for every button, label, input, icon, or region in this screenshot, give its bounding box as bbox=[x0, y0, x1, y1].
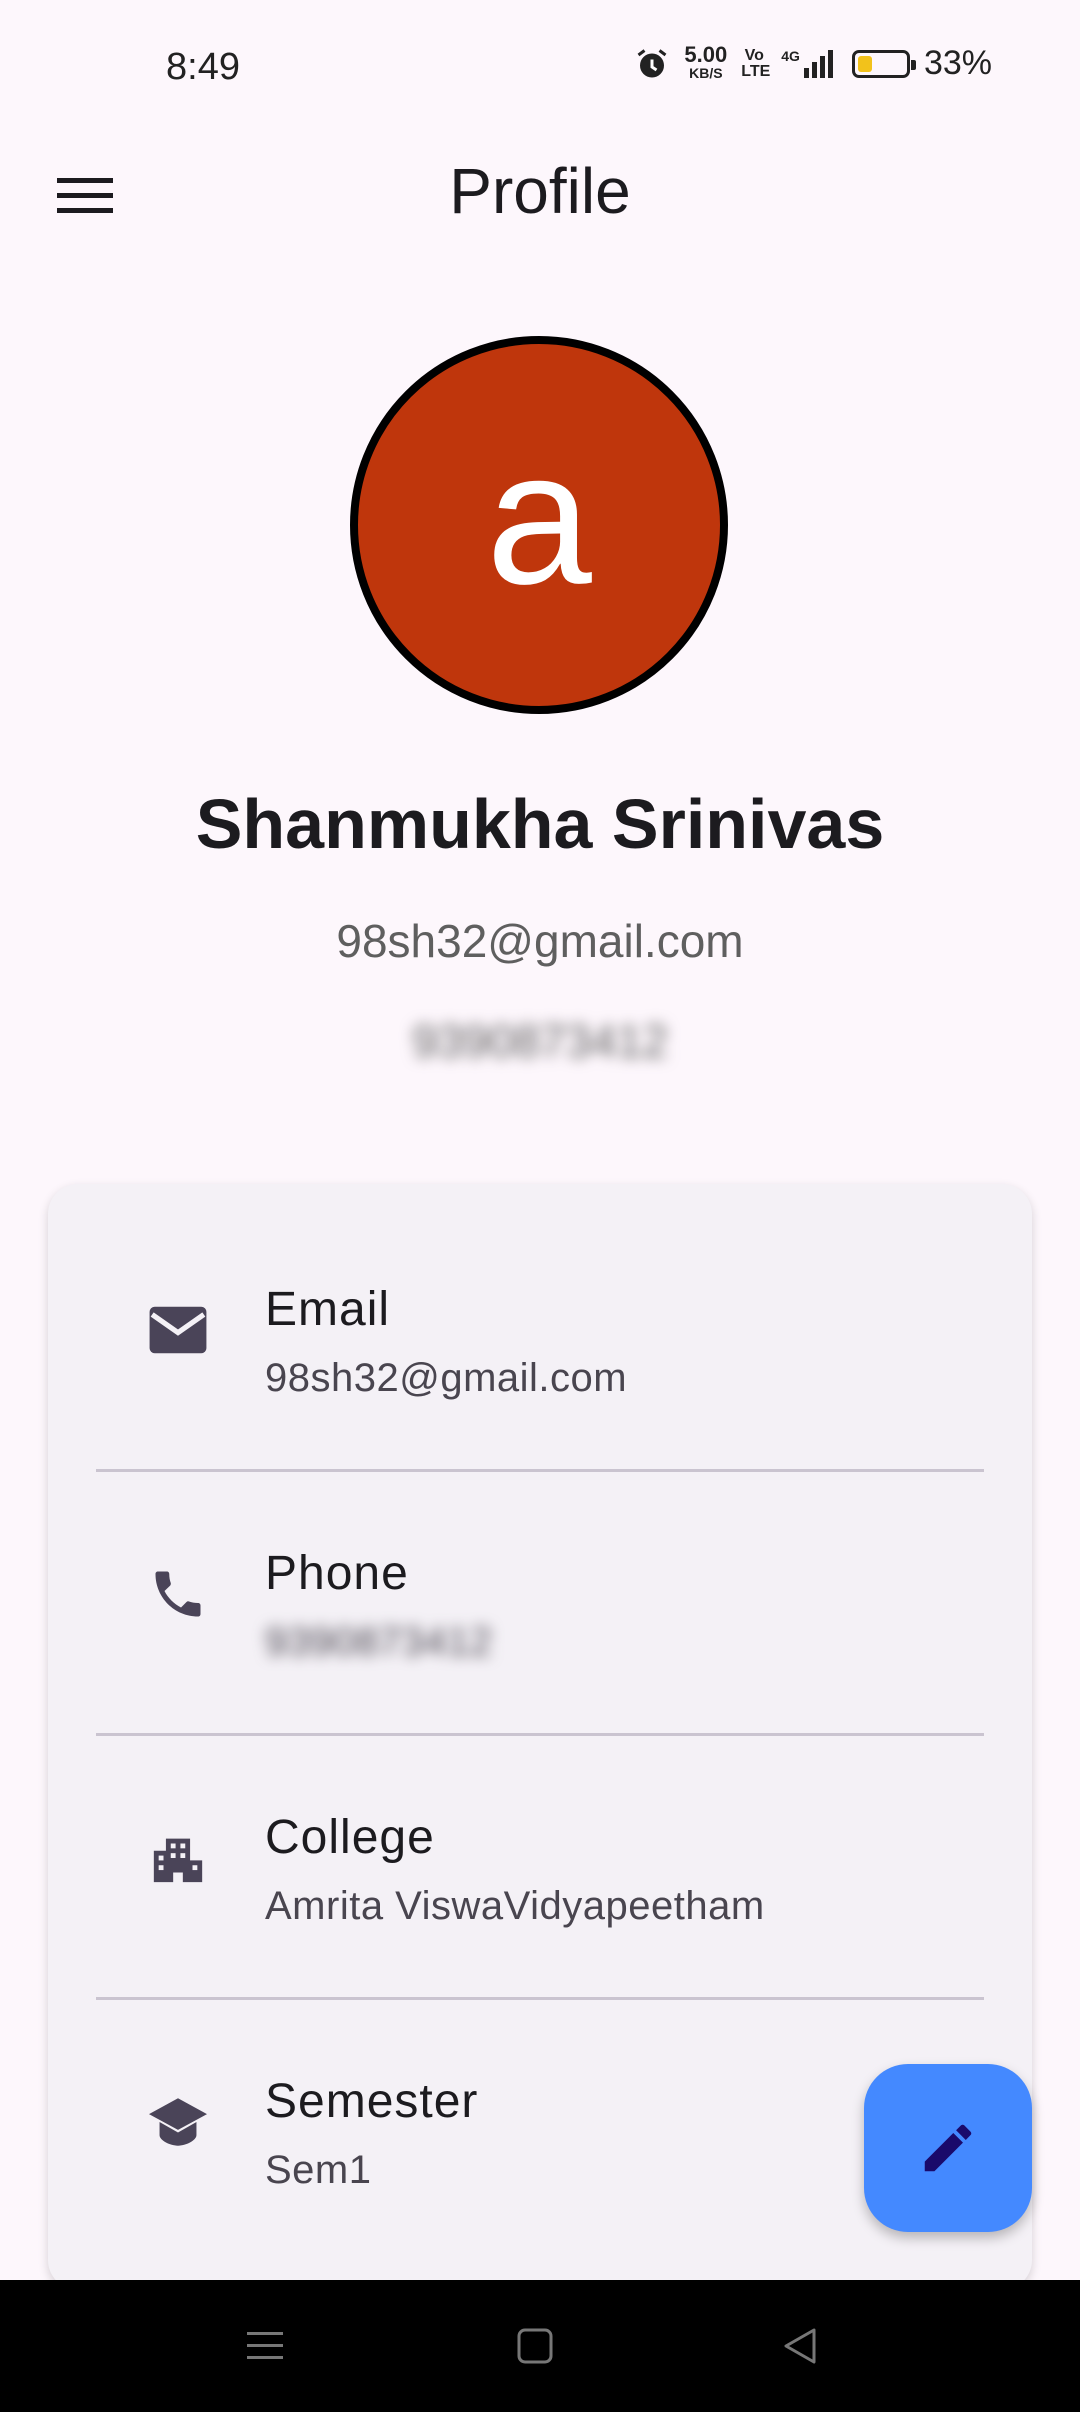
recents-icon bbox=[247, 2332, 283, 2359]
detail-value: 9390873412 bbox=[265, 1620, 493, 1664]
avatar-letter: a bbox=[486, 412, 592, 624]
mail-icon bbox=[142, 1294, 214, 1366]
college-icon bbox=[142, 1822, 214, 1894]
phone-icon bbox=[142, 1558, 214, 1630]
detail-label: Semester bbox=[265, 2075, 479, 2128]
net-speed: 5.00 KB/S bbox=[684, 41, 728, 82]
net-speed-unit: KB/S bbox=[689, 64, 723, 81]
signal-icon: 4G bbox=[781, 48, 838, 80]
profile-name: Shanmukha Srinivas bbox=[195, 785, 885, 863]
page-title: Profile bbox=[449, 155, 631, 227]
back-icon bbox=[784, 2328, 816, 2364]
battery-icon bbox=[851, 49, 916, 78]
detail-label: Phone bbox=[265, 1547, 409, 1600]
status-bar: 8:49 5.00 KB/S Vo LTE 4G 33% bbox=[0, 0, 1080, 130]
detail-label: College bbox=[265, 1811, 435, 1864]
profile-email: 98sh32@gmail.com bbox=[336, 915, 744, 967]
detail-row-email: Email 98sh32@gmail.com bbox=[48, 1184, 1032, 1448]
volte-label: Vo LTE bbox=[741, 46, 771, 80]
nav-back-button[interactable] bbox=[745, 2308, 855, 2384]
battery-percent: 33% bbox=[923, 44, 992, 82]
detail-row-college: College Amrita ViswaVidyapeetham bbox=[48, 1712, 1032, 1976]
detail-value: Sem1 bbox=[265, 2148, 372, 2192]
detail-value: 98sh32@gmail.com bbox=[265, 1356, 628, 1400]
network-type: 4G bbox=[781, 47, 800, 64]
home-icon bbox=[517, 2328, 553, 2364]
nav-recents-button[interactable] bbox=[210, 2308, 320, 2384]
net-speed-value: 5.00 bbox=[684, 41, 728, 67]
status-time: 8:49 bbox=[166, 46, 240, 88]
edit-icon bbox=[924, 2124, 972, 2172]
detail-row-phone: Phone 9390873412 bbox=[48, 1448, 1032, 1712]
profile-phone: 9390873412 bbox=[412, 1015, 668, 1067]
alarm-icon bbox=[638, 48, 667, 77]
school-icon bbox=[142, 2086, 214, 2158]
avatar: a bbox=[350, 336, 728, 714]
detail-value: Amrita ViswaVidyapeetham bbox=[265, 1884, 765, 1928]
detail-label: Email bbox=[265, 1283, 391, 1336]
edit-profile-button[interactable] bbox=[864, 2064, 1032, 2232]
app-bar: Profile bbox=[0, 130, 1080, 260]
system-nav-bar bbox=[0, 2280, 1080, 2412]
nav-home-button[interactable] bbox=[480, 2308, 590, 2384]
status-icons: 5.00 KB/S Vo LTE 4G 33% bbox=[634, 41, 992, 83]
